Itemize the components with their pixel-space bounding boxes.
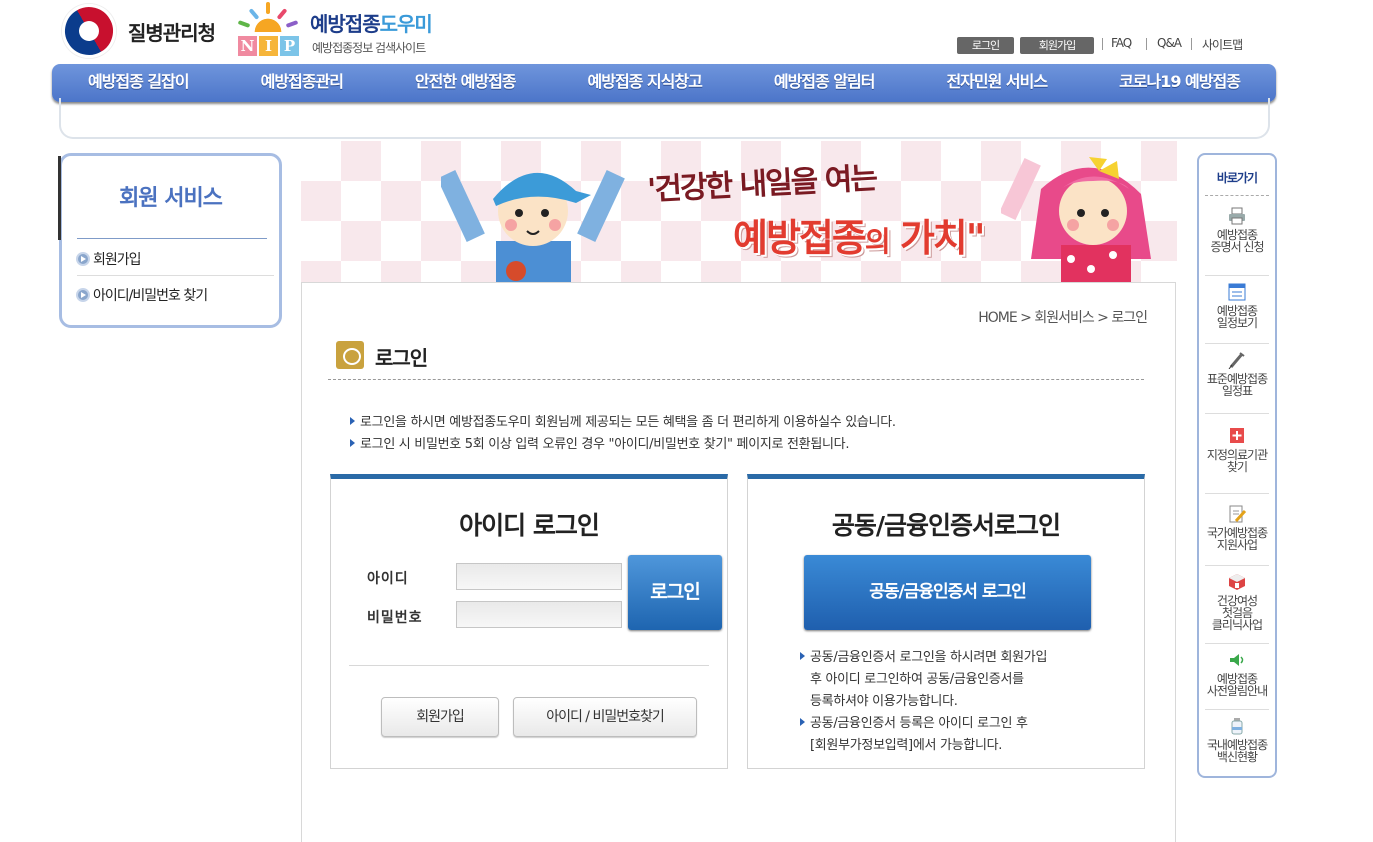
quick-item-label: 클리닉사업 <box>1211 618 1263 632</box>
logo-letter-n: N <box>238 36 257 56</box>
side-menu-item-label: 회원가입 <box>93 252 142 268</box>
bullet-triangle-icon <box>350 439 355 447</box>
banner-slogan-line1: '건강한 내일을 여는 <box>646 161 877 208</box>
quick-certificate-request[interactable]: 예방접종 증명서 신청 <box>1199 207 1275 253</box>
quick-item-label: 찾기 <box>1226 460 1248 474</box>
quick-designated-clinics[interactable]: 지정의료기관 찾기 <box>1199 427 1275 473</box>
gnb-vaccination-guide[interactable]: 예방접종 길잡이 <box>52 64 225 102</box>
document-pencil-icon <box>1229 505 1247 523</box>
certificate-note-text: 등록하셔야 이용가능합니다. <box>810 694 958 709</box>
notice-line: 로그인 시 비밀번호 5회 이상 입력 오류인 경우 "아이디/비밀번호 찾기"… <box>350 433 849 452</box>
vaccine-bottle-icon <box>1231 718 1243 735</box>
side-menu-item-find-id-password[interactable]: 아이디/비밀번호 찾기 <box>76 285 208 305</box>
certificate-note-text: 공동/금융인증서 등록은 아이디 로그인 후 <box>810 716 1028 731</box>
quick-standard-schedule[interactable]: 표준예방접종 일정표 <box>1199 351 1275 397</box>
gnb-vaccination-management[interactable]: 예방접종관리 <box>225 64 379 102</box>
certificate-note-text: 후 아이디 로그인하여 공동/금융인증서를 <box>810 672 1024 687</box>
site-title: 예방접종도우미 <box>310 8 433 37</box>
banner-slogan-line2: 예방접종의 가치" <box>733 207 986 262</box>
logo-letter-p: P <box>280 36 299 56</box>
certificate-note-text: [회원부가정보입력]에서 가능합니다. <box>810 738 1003 753</box>
speaker-icon <box>1230 654 1244 666</box>
printer-icon <box>1229 207 1245 225</box>
banner-slogan-part: 예방접종 <box>733 216 867 260</box>
quick-item-label: 지원사업 <box>1216 538 1258 552</box>
girl-character-illustration <box>1001 157 1151 282</box>
quick-menu: 바로가기 예방접종 증명서 신청 예방접종 일정보기 표준예방접종 일정표 지정… <box>1197 153 1277 778</box>
main-navigation: 예방접종 길잡이 예방접종관리 안전한 예방접종 예방접종 지식창고 예방접종 … <box>52 64 1276 102</box>
logo-letter-i: I <box>259 36 278 56</box>
quick-womens-health-clinic[interactable]: 건강여성 첫걸음 클리닉사업 <box>1199 573 1275 631</box>
quick-item-label: 사전알림안내 <box>1206 684 1268 698</box>
side-menu: 회원 서비스 회원가입 아이디/비밀번호 찾기 <box>58 153 282 328</box>
site-title-accent: 도우미 <box>379 12 433 36</box>
nip-logo[interactable]: N I P <box>236 2 302 58</box>
quick-pre-notification[interactable]: 예방접종 사전알림안내 <box>1199 651 1275 697</box>
gnb-notices[interactable]: 예방접종 알림터 <box>738 64 911 102</box>
quick-menu-title: 바로가기 <box>1216 171 1258 185</box>
bullet-triangle-icon <box>800 718 805 726</box>
sub-navigation-bar <box>59 98 1270 139</box>
side-menu-item-label: 아이디/비밀번호 찾기 <box>93 288 208 304</box>
bullet-arrow-icon <box>76 288 90 302</box>
gnb-covid19[interactable]: 코로나19 예방접종 <box>1083 64 1276 102</box>
id-login-title: 아이디 로그인 <box>459 511 600 540</box>
page-title: 로그인 <box>375 346 428 370</box>
bullet-arrow-icon <box>76 252 90 266</box>
id-login-panel: 아이디 로그인 아이디 비밀번호 로그인 회원가입 아이디 / 비밀번호찾기 <box>330 474 728 769</box>
qna-link[interactable]: Q&A <box>1157 36 1182 50</box>
site-header: 질병관리청 N I P 예방접종도우미 예방접종정보 검색사이트 로그인 회원가… <box>0 0 1373 68</box>
quick-schedule-view[interactable]: 예방접종 일정보기 <box>1199 283 1275 329</box>
side-menu-item-join[interactable]: 회원가입 <box>76 249 142 269</box>
login-button[interactable]: 로그인 <box>628 555 722 630</box>
calendar-list-icon <box>1228 283 1246 301</box>
kdca-logo[interactable]: 질병관리청 <box>52 0 216 68</box>
notice-line: 로그인을 하시면 예방접종도우미 회원님께 제공되는 모든 혜택을 좀 더 편리… <box>350 411 896 430</box>
sitemap-link[interactable]: 사이트맵 <box>1202 36 1243 53</box>
quick-item-label: 일정보기 <box>1216 316 1258 330</box>
site-subtitle: 예방접종정보 검색사이트 <box>312 41 426 55</box>
faq-link[interactable]: FAQ <box>1111 36 1132 50</box>
gnb-knowledge-base[interactable]: 예방접종 지식창고 <box>552 64 738 102</box>
certificate-note-text: 공동/금융인증서 로그인을 하시려면 회원가입 <box>810 650 1048 665</box>
boy-character-illustration <box>441 170 625 282</box>
quick-national-support[interactable]: 국가예방접종 지원사업 <box>1199 505 1275 551</box>
quick-item-label: 증명서 신청 <box>1210 240 1264 254</box>
notice-text: 로그인 시 비밀번호 5회 이상 입력 오류인 경우 "아이디/비밀번호 찾기"… <box>360 437 850 452</box>
notice-text: 로그인을 하시면 예방접종도우미 회원님께 제공되는 모든 혜택을 좀 더 편리… <box>360 415 896 430</box>
certificate-note: 공동/금융인증서 로그인을 하시려면 회원가입 후 아이디 로그인하여 공동/금… <box>800 647 1047 757</box>
certificate-login-panel: 공동/금융인증서로그인 공동/금융인증서 로그인 공동/금융인증서 로그인을 하… <box>747 474 1145 769</box>
banner-slogan-part: 가치" <box>888 216 986 260</box>
quick-vaccine-status[interactable]: 국내예방접종 백신현황 <box>1199 717 1275 763</box>
id-label: 아이디 <box>367 571 409 587</box>
main-content: HOME > 회원서비스 > 로그인 로그인 로그인을 하시면 예방접종도우미 … <box>301 282 1176 842</box>
password-label: 비밀번호 <box>367 610 423 626</box>
bullet-triangle-icon <box>350 417 355 425</box>
bullet-triangle-icon <box>800 652 805 660</box>
top-join-button[interactable]: 회원가입 <box>1020 37 1094 54</box>
join-button[interactable]: 회원가입 <box>381 697 499 737</box>
quick-item-label: 일정표 <box>1221 384 1253 398</box>
id-input[interactable] <box>456 563 622 590</box>
gnb-safe-vaccination[interactable]: 안전한 예방접종 <box>379 64 552 102</box>
hero-banner: '건강한 내일을 여는 예방접종의 가치" <box>301 141 1177 282</box>
site-title-main: 예방접종 <box>310 12 381 36</box>
hospital-cross-icon <box>1230 428 1244 443</box>
recycle-badge-icon <box>336 341 364 369</box>
banner-slogan-part: 의 <box>864 225 891 258</box>
password-input[interactable] <box>456 601 622 628</box>
find-id-password-button[interactable]: 아이디 / 비밀번호찾기 <box>513 697 697 737</box>
certificate-login-button[interactable]: 공동/금융인증서 로그인 <box>804 555 1091 630</box>
top-login-button[interactable]: 로그인 <box>957 37 1014 54</box>
medical-kit-icon <box>1229 574 1245 590</box>
gnb-e-civil-service[interactable]: 전자민원 서비스 <box>910 64 1083 102</box>
breadcrumb: HOME > 회원서비스 > 로그인 <box>978 310 1148 326</box>
syringe-icon <box>1228 352 1245 369</box>
taegeuk-emblem-icon <box>52 0 126 68</box>
certificate-login-title: 공동/금융인증서로그인 <box>831 511 1061 540</box>
org-name: 질병관리청 <box>128 20 216 45</box>
quick-item-label: 백신현황 <box>1216 750 1258 764</box>
side-menu-title: 회원 서비스 <box>119 186 223 211</box>
